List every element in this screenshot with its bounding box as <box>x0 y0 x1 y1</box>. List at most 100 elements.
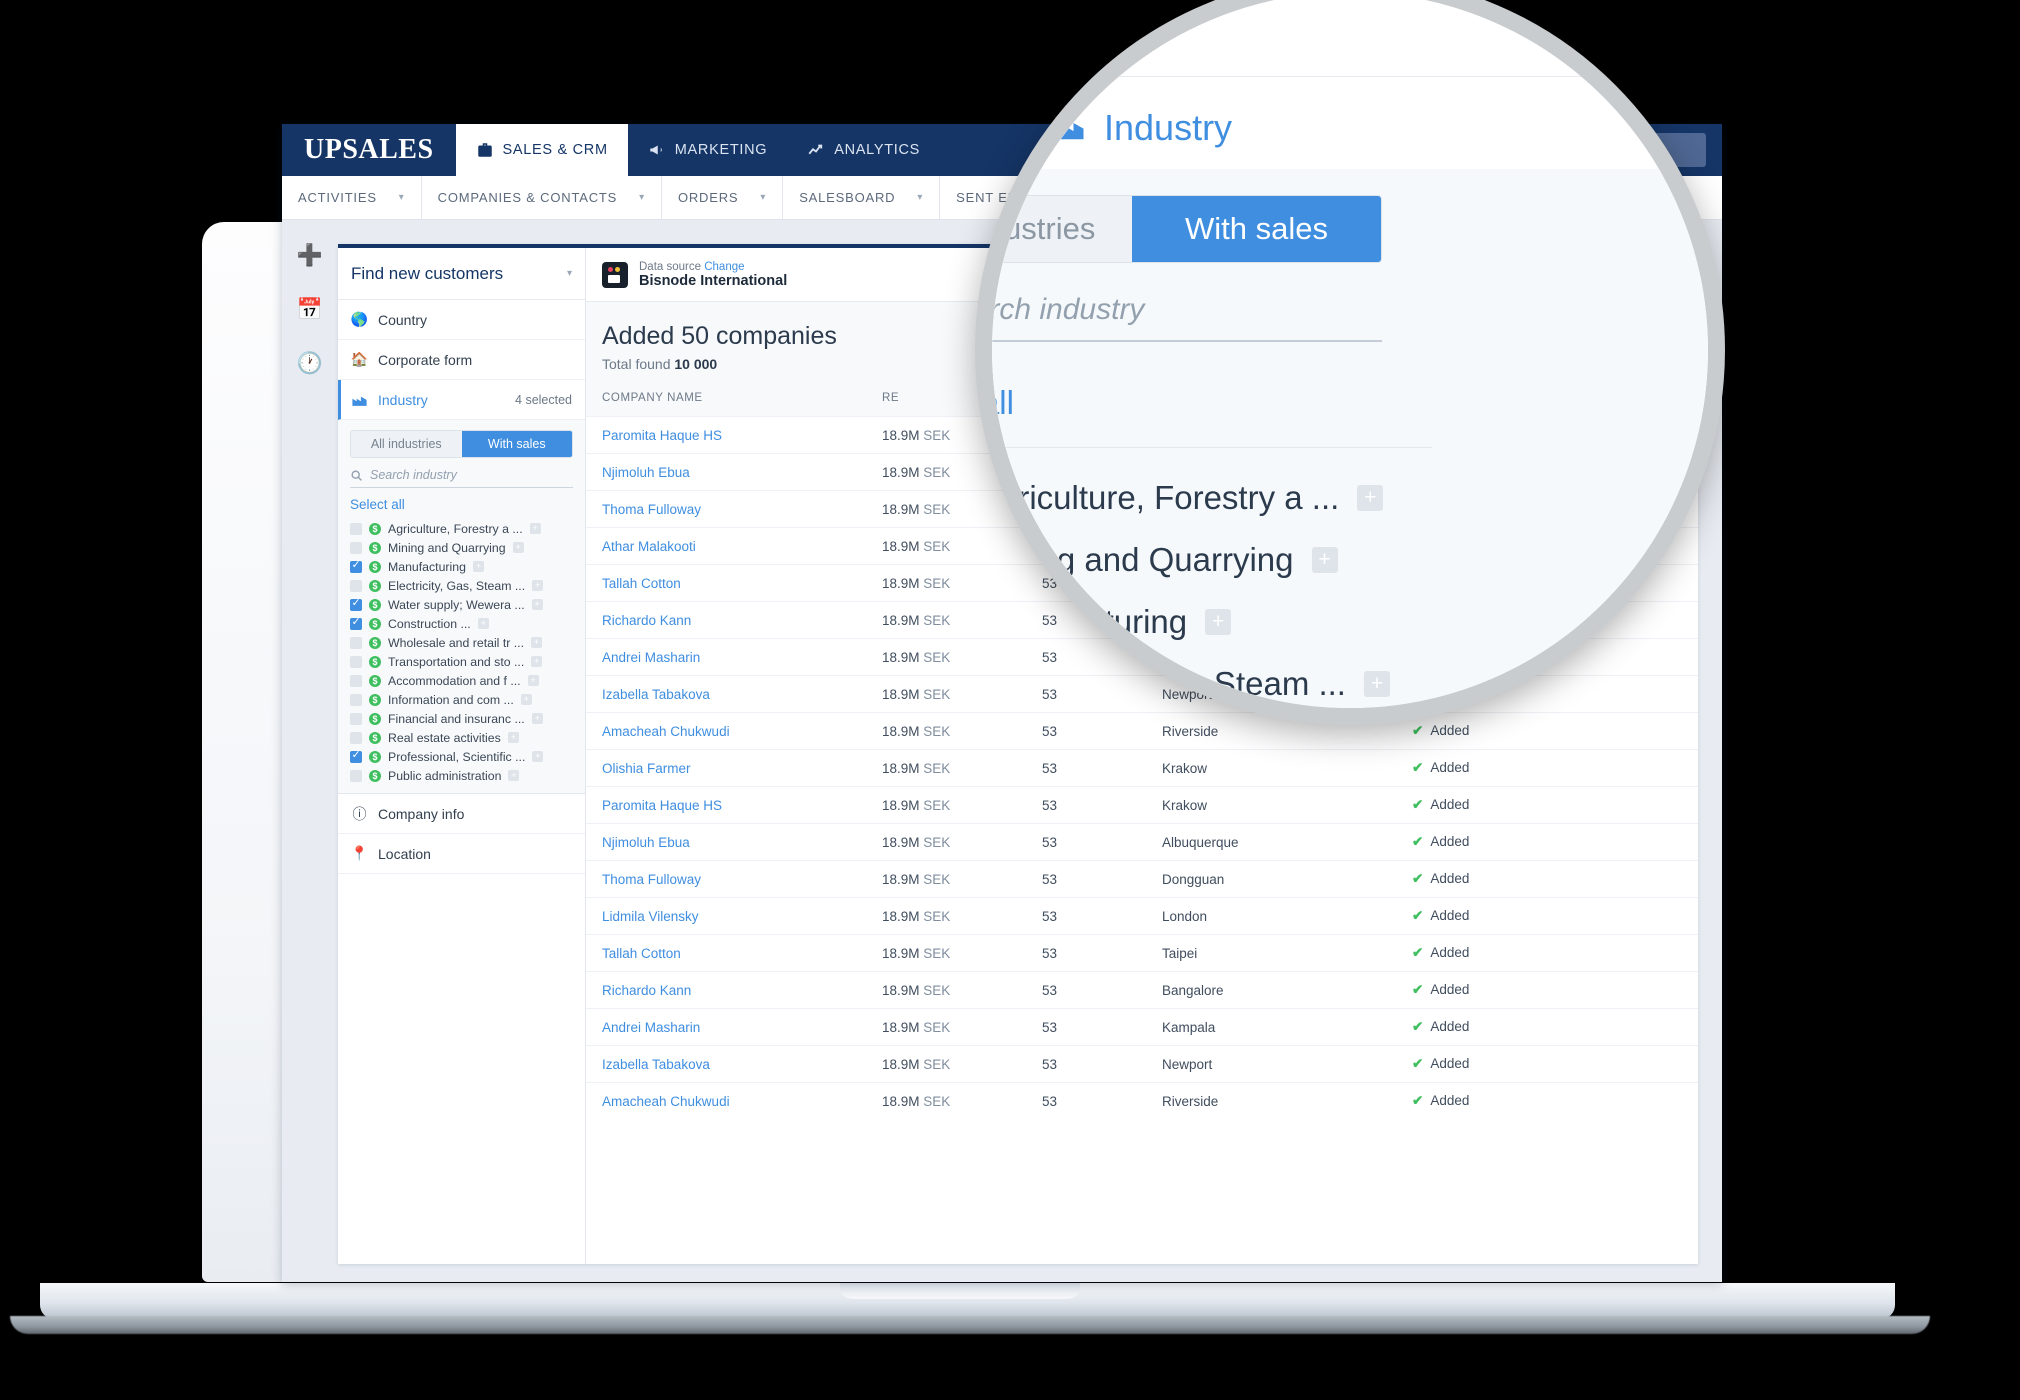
segment-all-industries[interactable]: All industries <box>351 431 462 457</box>
cell-company-name[interactable]: Richardo Kann <box>586 601 866 639</box>
industry-checkbox[interactable] <box>350 731 362 744</box>
table-row[interactable]: Lidmila Vilensky 18.9M SEK 53 London ✔ Added <box>586 897 1698 935</box>
cell-company-name[interactable]: Paromita Haque HS <box>586 416 866 454</box>
industry-list-item[interactable]: $ Water supply; Wewera ... + <box>350 595 573 614</box>
clock-icon[interactable]: 🕐 <box>297 352 323 376</box>
industry-checkbox[interactable] <box>350 674 362 687</box>
subnav-item-companies-contacts[interactable]: COMPANIES & CONTACTS ▾ <box>422 176 662 219</box>
cell-company-name[interactable]: Thoma Fulloway <box>586 490 866 528</box>
expand-industry-icon[interactable]: + <box>1357 485 1384 511</box>
subnav-item-salesboard[interactable]: SALESBOARD ▾ <box>783 176 941 219</box>
table-row[interactable]: Amacheah Chukwudi 18.9M SEK 53 Riverside ✔ Ad… <box>586 1082 1698 1119</box>
expand-industry-icon[interactable]: + <box>532 751 544 762</box>
industry-list-item[interactable]: $ Electricity, Gas, Steam ... + <box>350 576 573 595</box>
cell-company-name[interactable]: Izabella Tabakova <box>586 675 866 713</box>
table-row[interactable]: Thoma Fulloway18.9M SEK53Dongguan ✔ Added <box>586 860 1698 898</box>
industry-list-item[interactable]: $ Financial and insuranc ... + <box>350 709 573 728</box>
industry-list-item[interactable]: $ Information and com ... + <box>350 690 573 709</box>
industry-list-item[interactable]: $ Agriculture, Forestry a ... + <box>350 519 573 538</box>
upsales-logo[interactable]: UPSALES <box>282 124 456 176</box>
industry-checkbox[interactable] <box>350 693 362 706</box>
magnified-list-item[interactable]: $Agriculture, Forestry a ...+ <box>992 467 1440 529</box>
expand-industry-icon[interactable]: + <box>512 542 524 553</box>
industry-list-item[interactable]: $ Construction ... + <box>350 614 573 633</box>
industry-search-input[interactable]: Search industry <box>350 468 573 488</box>
industry-list-item[interactable]: $ Accommodation and f ... + <box>350 671 573 690</box>
change-data-source-link[interactable]: Change <box>704 261 744 273</box>
find-new-customers-header[interactable]: Find new customers ▾ <box>338 248 585 300</box>
industry-list-item[interactable]: $ Transportation and sto ... + <box>350 652 573 671</box>
subnav-item-orders[interactable]: ORDERS ▾ <box>662 176 784 219</box>
expand-industry-icon[interactable]: + <box>531 656 543 667</box>
plus-icon[interactable]: ➕ <box>297 244 323 268</box>
magnified-list-item[interactable]: $Electricity, Gas, Steam ...+ <box>992 653 1440 708</box>
industry-list-item[interactable]: $ Wholesale and retail tr ... + <box>350 633 573 652</box>
industry-checkbox[interactable] <box>350 748 362 763</box>
expand-industry-icon[interactable]: + <box>520 694 532 705</box>
cell-company-name[interactable]: Andrei Masharin <box>586 1008 866 1046</box>
cell-company-name[interactable]: Njimoluh Ebua <box>586 823 866 861</box>
magnified-list-item[interactable]: $Manufacturing+ <box>992 591 1440 653</box>
filter-row-location[interactable]: 📍 Location <box>338 834 585 874</box>
cell-company-name[interactable]: Tallah Cotton <box>586 934 866 972</box>
table-row[interactable]: Olishia Farmer 18.9M SEK 53 Krakow ✔ Added <box>586 749 1698 787</box>
cell-company-name[interactable]: Olishia Farmer <box>586 749 866 787</box>
industry-checkbox[interactable] <box>350 769 362 782</box>
magnified-select-all-link[interactable]: Select all <box>992 384 1014 422</box>
cell-company-name[interactable]: Amacheah Chukwudi <box>586 1082 866 1119</box>
expand-industry-icon[interactable]: + <box>531 599 543 610</box>
expand-industry-icon[interactable]: + <box>527 675 539 686</box>
expand-industry-icon[interactable]: + <box>531 637 543 648</box>
tab-marketing[interactable]: MARKETING <box>628 124 788 176</box>
expand-industry-icon[interactable]: + <box>1311 547 1338 573</box>
tab-analytics[interactable]: ANALYTICS <box>787 124 940 176</box>
industry-checkbox[interactable] <box>350 615 362 630</box>
industry-checkbox[interactable] <box>350 636 362 649</box>
cell-company-name[interactable]: Thoma Fulloway <box>586 860 866 898</box>
expand-industry-icon[interactable]: + <box>1363 671 1390 697</box>
industry-checkbox[interactable] <box>350 541 362 554</box>
col-company-name[interactable]: COMPANY NAME <box>586 382 866 417</box>
industry-checkbox[interactable] <box>350 712 362 725</box>
cell-company-name[interactable]: Athar Malakooti <box>586 527 866 565</box>
cell-company-name[interactable]: Andrei Masharin <box>586 638 866 676</box>
expand-industry-icon[interactable]: + <box>529 523 541 534</box>
select-all-link[interactable]: Select all <box>350 488 573 519</box>
magnified-search-input[interactable]: Search industry <box>992 292 1382 342</box>
industry-list-item[interactable]: $ Mining and Quarrying + <box>350 538 573 557</box>
tab-sales-crm[interactable]: SALES & CRM <box>455 124 628 176</box>
table-row[interactable]: Andrei Masharin18.9M SEK53Kampala ✔ Added <box>586 1008 1698 1046</box>
industry-checkbox[interactable] <box>350 596 362 611</box>
cell-company-name[interactable]: Richardo Kann <box>586 971 866 1009</box>
cell-company-name[interactable]: Izabella Tabakova <box>586 1045 866 1083</box>
calendar-icon[interactable]: 📅 <box>297 298 323 322</box>
industry-checkbox[interactable] <box>350 558 362 573</box>
industry-checkbox[interactable] <box>350 655 362 668</box>
expand-industry-icon[interactable]: + <box>532 580 544 591</box>
magnified-list-item[interactable]: $Mining and Quarrying+ <box>992 529 1440 591</box>
table-row[interactable]: Tallah Cotton18.9M SEK53Taipei ✔ Added <box>586 934 1698 972</box>
magnified-segment-all-industries[interactable]: All industries <box>992 196 1132 262</box>
expand-industry-icon[interactable]: + <box>507 732 519 743</box>
expand-industry-icon[interactable]: + <box>472 561 484 572</box>
filter-row-industry[interactable]: Industry 4 selected <box>338 380 585 420</box>
cell-company-name[interactable]: Tallah Cotton <box>586 564 866 602</box>
magnified-segment-with-sales[interactable]: With sales <box>1132 196 1381 262</box>
filter-row-corporate-form[interactable]: 🏠 Corporate form <box>338 340 585 380</box>
filter-row-company-info[interactable]: ⓘ Company info <box>338 794 585 834</box>
cell-company-name[interactable]: Njimoluh Ebua <box>586 453 866 491</box>
cell-company-name[interactable]: Paromita Haque HS <box>586 786 866 824</box>
industry-list-item[interactable]: $ Real estate activities + <box>350 728 573 747</box>
industry-checkbox[interactable] <box>350 579 362 592</box>
expand-industry-icon[interactable]: + <box>477 618 489 629</box>
industry-list-item[interactable]: $ Manufacturing + <box>350 557 573 576</box>
industry-list-item[interactable]: $ Public administration + <box>350 766 573 785</box>
expand-industry-icon[interactable]: + <box>1205 609 1232 635</box>
industry-list-item[interactable]: $ Professional, Scientific ... + <box>350 747 573 766</box>
table-row[interactable]: Richardo Kann18.9M SEK53Bangalore ✔ Added <box>586 971 1698 1009</box>
subnav-item-activities[interactable]: ACTIVITIES ▾ <box>282 176 422 219</box>
table-row[interactable]: Izabella Tabakova18.9M SEK53Newport ✔ Adde… <box>586 1045 1698 1083</box>
table-row[interactable]: Paromita Haque HS18.9M SEK53Krakow ✔ Added <box>586 786 1698 824</box>
cell-company-name[interactable]: Lidmila Vilensky <box>586 897 866 935</box>
industry-checkbox[interactable] <box>350 522 362 535</box>
